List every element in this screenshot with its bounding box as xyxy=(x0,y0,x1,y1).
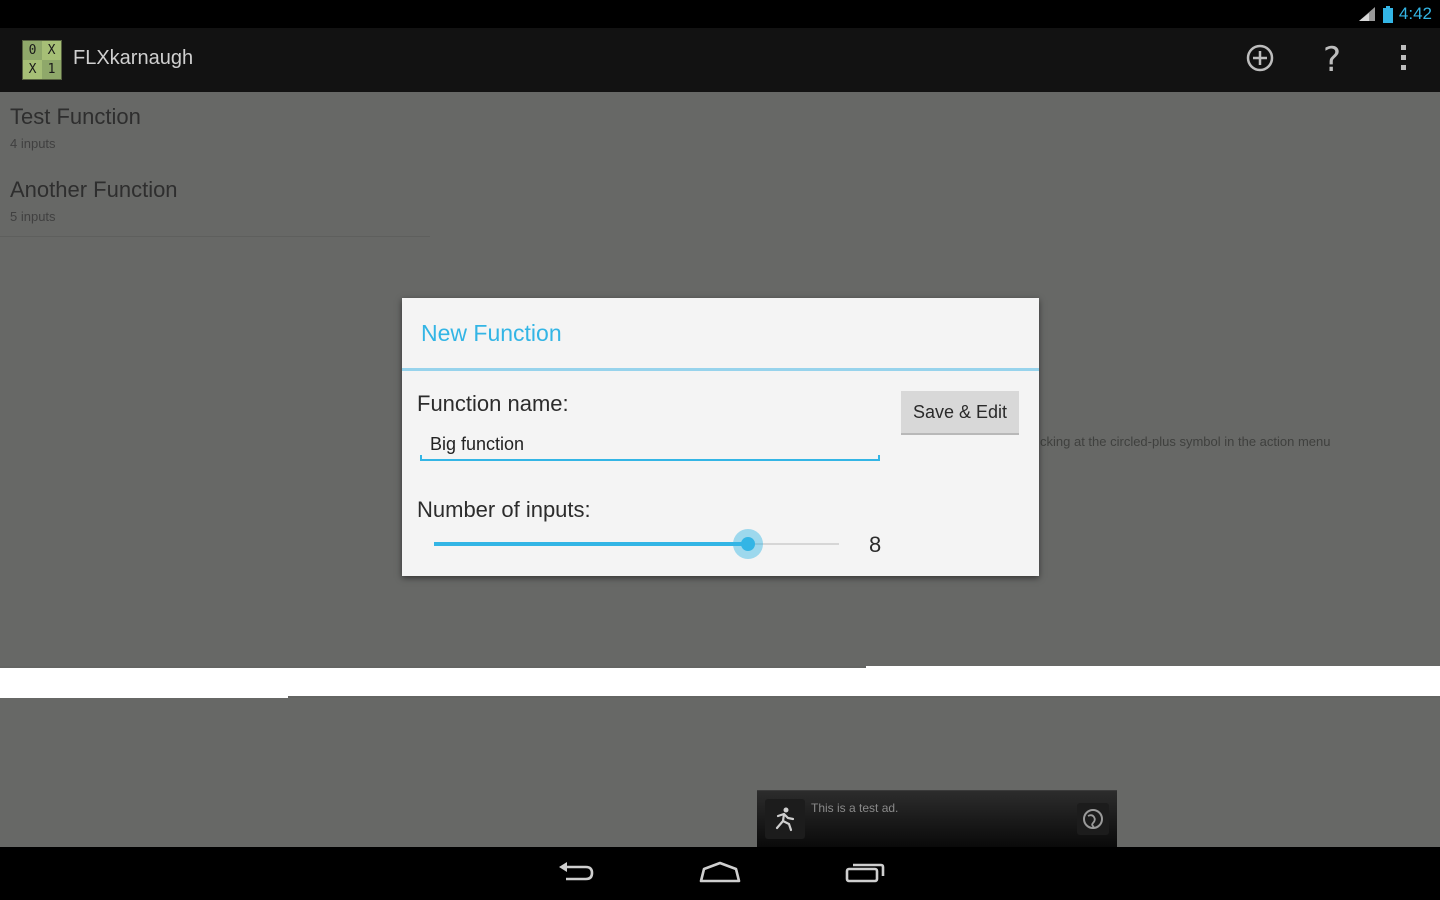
dialog-title: New Function xyxy=(421,320,562,346)
add-circle-icon xyxy=(1245,43,1275,77)
action-bar: 0 X X 1 FLXkarnaugh ? xyxy=(0,28,1440,92)
number-of-inputs-label: Number of inputs: xyxy=(417,497,591,522)
inputs-value: 8 xyxy=(869,532,882,557)
list-item[interactable]: Another Function 5 inputs xyxy=(0,165,430,237)
recents-icon xyxy=(843,859,887,889)
input-underline xyxy=(420,455,880,461)
dialog-title-divider xyxy=(402,368,1039,371)
navigation-bar xyxy=(0,847,1440,900)
help-icon: ? xyxy=(1322,40,1342,80)
clock: 4:42 xyxy=(1398,4,1432,23)
overflow-menu-icon xyxy=(1400,43,1408,77)
app-title: FLXkarnaugh xyxy=(73,47,194,69)
status-bar: 4:42 xyxy=(0,0,1440,28)
signal-icon xyxy=(1357,6,1377,22)
logo-cell: 1 xyxy=(47,62,56,77)
divider-band xyxy=(0,666,1440,698)
recents-button[interactable] xyxy=(840,857,890,891)
divider xyxy=(0,666,866,668)
function-name-input[interactable] xyxy=(420,426,880,462)
add-function-button[interactable] xyxy=(1236,38,1284,82)
function-inputs-count: 4 inputs xyxy=(10,136,56,151)
ad-runner-icon xyxy=(765,799,805,839)
back-icon xyxy=(556,859,596,889)
home-button[interactable] xyxy=(695,857,745,891)
app-logo: 0 X X 1 xyxy=(22,40,62,80)
back-button[interactable] xyxy=(551,857,601,891)
inputs-slider[interactable] xyxy=(434,528,839,560)
new-function-dialog: New Function Function name: Save & Edit … xyxy=(402,298,1039,576)
function-title: Another Function xyxy=(10,177,178,202)
function-inputs-count: 5 inputs xyxy=(10,209,56,224)
list-item[interactable]: Test Function 4 inputs xyxy=(0,92,430,164)
overflow-menu-button[interactable] xyxy=(1380,38,1428,82)
help-button[interactable]: ? xyxy=(1308,38,1356,82)
ad-text: This is a test ad. xyxy=(811,801,899,815)
status-tray: 4:42 xyxy=(1357,3,1432,25)
lower-area xyxy=(0,698,1440,847)
function-title: Test Function xyxy=(10,104,141,129)
slider-fill xyxy=(434,542,748,546)
hint-text: cking at the circled-plus symbol in the … xyxy=(1040,434,1331,449)
logo-cell: 0 xyxy=(28,43,37,58)
save-and-edit-button[interactable]: Save & Edit xyxy=(901,391,1019,435)
logo-cell: X xyxy=(42,41,61,60)
ad-banner[interactable]: This is a test ad. xyxy=(757,790,1117,847)
globe-icon[interactable] xyxy=(1077,803,1109,835)
logo-cell: X xyxy=(23,60,42,79)
home-icon xyxy=(698,859,742,889)
function-name-label: Function name: xyxy=(417,391,569,416)
android-screen: 4:42 0 X X 1 FLXkarnaugh ? Test Function… xyxy=(0,0,1440,900)
slider-thumb[interactable] xyxy=(733,529,763,559)
battery-icon xyxy=(1382,5,1393,23)
